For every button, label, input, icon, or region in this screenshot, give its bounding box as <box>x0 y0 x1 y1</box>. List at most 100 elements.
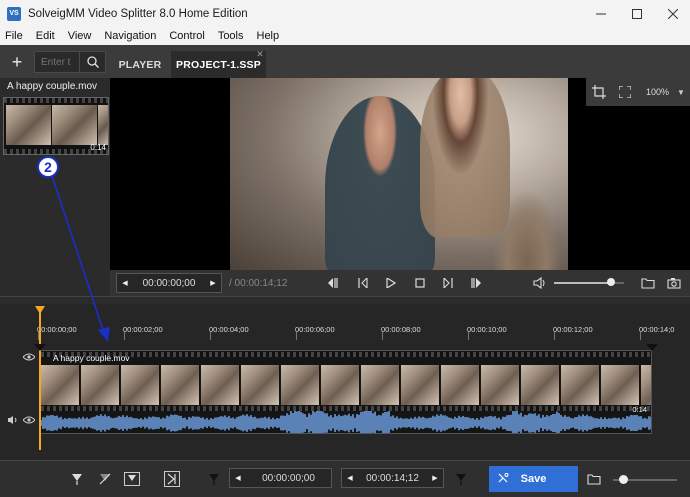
menu-help[interactable]: Help <box>257 30 280 42</box>
marker-properties-icon[interactable] <box>122 469 142 489</box>
current-time-field: ◀ 00:00:00;00 ▶ <box>116 273 222 293</box>
end-time-next-icon[interactable]: ▶ <box>427 469 443 487</box>
audio-waveform[interactable] <box>41 411 652 434</box>
annotation-step-badge: 2 <box>37 156 59 178</box>
media-search <box>34 51 106 73</box>
time-prev-arrow-icon[interactable]: ◀ <box>117 274 133 292</box>
clip-frame <box>241 365 280 405</box>
stop-button[interactable] <box>412 275 428 291</box>
ruler-label: 00:00:02;00 <box>123 325 163 334</box>
go-to-start-button[interactable] <box>324 275 340 291</box>
clip-frame <box>321 365 360 405</box>
start-time-field: ◀ 00:00:00;00 <box>229 468 332 488</box>
clip-frame <box>361 365 400 405</box>
ruler-label: 00:00:06;00 <box>295 325 335 334</box>
clip-frame <box>641 365 651 405</box>
clip-frame <box>161 365 200 405</box>
menu-tools[interactable]: Tools <box>218 30 244 42</box>
clip-frame <box>121 365 160 405</box>
add-media-button[interactable]: + <box>6 51 28 73</box>
clip-frame <box>561 365 600 405</box>
play-button[interactable] <box>383 275 399 291</box>
ruler-label: 00:00:12;00 <box>553 325 593 334</box>
clip-frame <box>481 365 520 405</box>
clip-frame <box>441 365 480 405</box>
maximize-button[interactable] <box>619 0 655 27</box>
end-time-field: ◀ 00:00:14;12 ▶ <box>341 468 444 488</box>
volume-icon[interactable] <box>532 275 548 291</box>
time-next-arrow-icon[interactable]: ▶ <box>205 274 221 292</box>
video-frame-image <box>230 78 568 270</box>
timeline: 00:00:00;00 00:00:02;00 00:00:04;00 00:0… <box>0 304 690 460</box>
remove-marker-icon[interactable] <box>95 469 115 489</box>
tab-player[interactable]: PLAYER <box>113 51 167 78</box>
out-marker-icon[interactable] <box>451 469 471 489</box>
search-icon[interactable] <box>79 52 105 72</box>
in-marker-icon[interactable] <box>204 469 224 489</box>
end-marker-icon[interactable] <box>646 344 658 352</box>
tab-project[interactable]: PROJECT-1.SSP ✕ <box>171 49 266 78</box>
save-button-label: Save <box>520 473 547 485</box>
save-button[interactable]: Save <box>489 466 578 492</box>
zoom-level[interactable]: 100% <box>646 87 669 97</box>
add-marker-icon[interactable] <box>67 469 87 489</box>
time-ruler[interactable]: 00:00:00;00 00:00:02;00 00:00:04;00 00:0… <box>37 314 674 340</box>
clip-frame <box>41 365 80 405</box>
thumb-frame <box>6 105 51 145</box>
panel-divider[interactable] <box>0 296 690 304</box>
app-logo-icon: VS <box>7 6 21 21</box>
video-track-clip[interactable]: A happy couple.mov 0:14 <box>40 350 652 434</box>
crop-icon[interactable] <box>586 78 612 106</box>
end-time-prev-icon[interactable]: ◀ <box>342 469 358 487</box>
film-sprockets <box>4 98 108 103</box>
clip-frame <box>281 365 320 405</box>
video-visibility-eye-icon[interactable] <box>22 351 36 363</box>
menu-file[interactable]: File <box>5 30 23 42</box>
title-bar: VS SolveigMM Video Splitter 8.0 Home Edi… <box>0 0 690 27</box>
snapshot-camera-icon[interactable] <box>666 275 682 291</box>
media-thumbnail[interactable]: 0:14 <box>3 97 109 155</box>
thumb-frame <box>52 105 97 145</box>
audio-mute-icon[interactable] <box>6 414 20 426</box>
current-time-value[interactable]: 00:00:00;00 <box>133 278 205 289</box>
volume-slider[interactable] <box>554 278 624 286</box>
end-time-value[interactable]: 00:00:14;12 <box>358 473 427 484</box>
mark-fragment-icon[interactable] <box>162 469 182 489</box>
search-input[interactable] <box>35 52 79 72</box>
previous-frame-button[interactable] <box>355 275 371 291</box>
window-title: SolveigMM Video Splitter 8.0 Home Editio… <box>28 7 248 20</box>
scissors-save-icon <box>497 472 509 487</box>
video-person-woman <box>420 78 510 238</box>
menu-edit[interactable]: Edit <box>36 30 55 42</box>
fullscreen-icon[interactable] <box>612 78 638 106</box>
timeline-zoom-handle[interactable] <box>619 475 628 484</box>
track-clip-title: A happy couple.mov <box>53 353 130 363</box>
clip-frame <box>201 365 240 405</box>
go-to-end-button[interactable] <box>469 275 485 291</box>
open-folder-icon[interactable] <box>640 275 656 291</box>
start-marker-icon[interactable] <box>34 344 46 352</box>
start-time-prev-icon[interactable]: ◀ <box>230 469 246 487</box>
next-frame-button[interactable] <box>440 275 456 291</box>
ruler-label: 00:00:04;00 <box>209 325 249 334</box>
volume-slider-fill <box>554 282 612 284</box>
minimize-button[interactable] <box>583 0 619 27</box>
menu-navigation[interactable]: Navigation <box>104 30 156 42</box>
close-button[interactable] <box>655 0 690 27</box>
tab-close-icon[interactable]: ✕ <box>256 49 264 60</box>
output-folder-icon[interactable] <box>584 469 604 489</box>
ruler-label: 00:00:14;0 <box>639 325 675 334</box>
menu-control[interactable]: Control <box>169 30 204 42</box>
thumb-frame <box>98 105 108 145</box>
thumb-duration: 0:14 <box>90 143 106 152</box>
audio-visibility-eye-icon[interactable] <box>22 414 36 426</box>
playhead-line[interactable] <box>39 312 41 450</box>
menu-view[interactable]: View <box>68 30 92 42</box>
clip-frame <box>81 365 120 405</box>
media-panel: A happy couple.mov 0:14 <box>0 78 110 296</box>
chevron-down-icon[interactable]: ▼ <box>677 88 685 97</box>
clip-frame <box>401 365 440 405</box>
start-time-value[interactable]: 00:00:00;00 <box>246 473 331 484</box>
ruler-label: 00:00:08;00 <box>381 325 421 334</box>
volume-slider-handle[interactable] <box>607 278 616 286</box>
